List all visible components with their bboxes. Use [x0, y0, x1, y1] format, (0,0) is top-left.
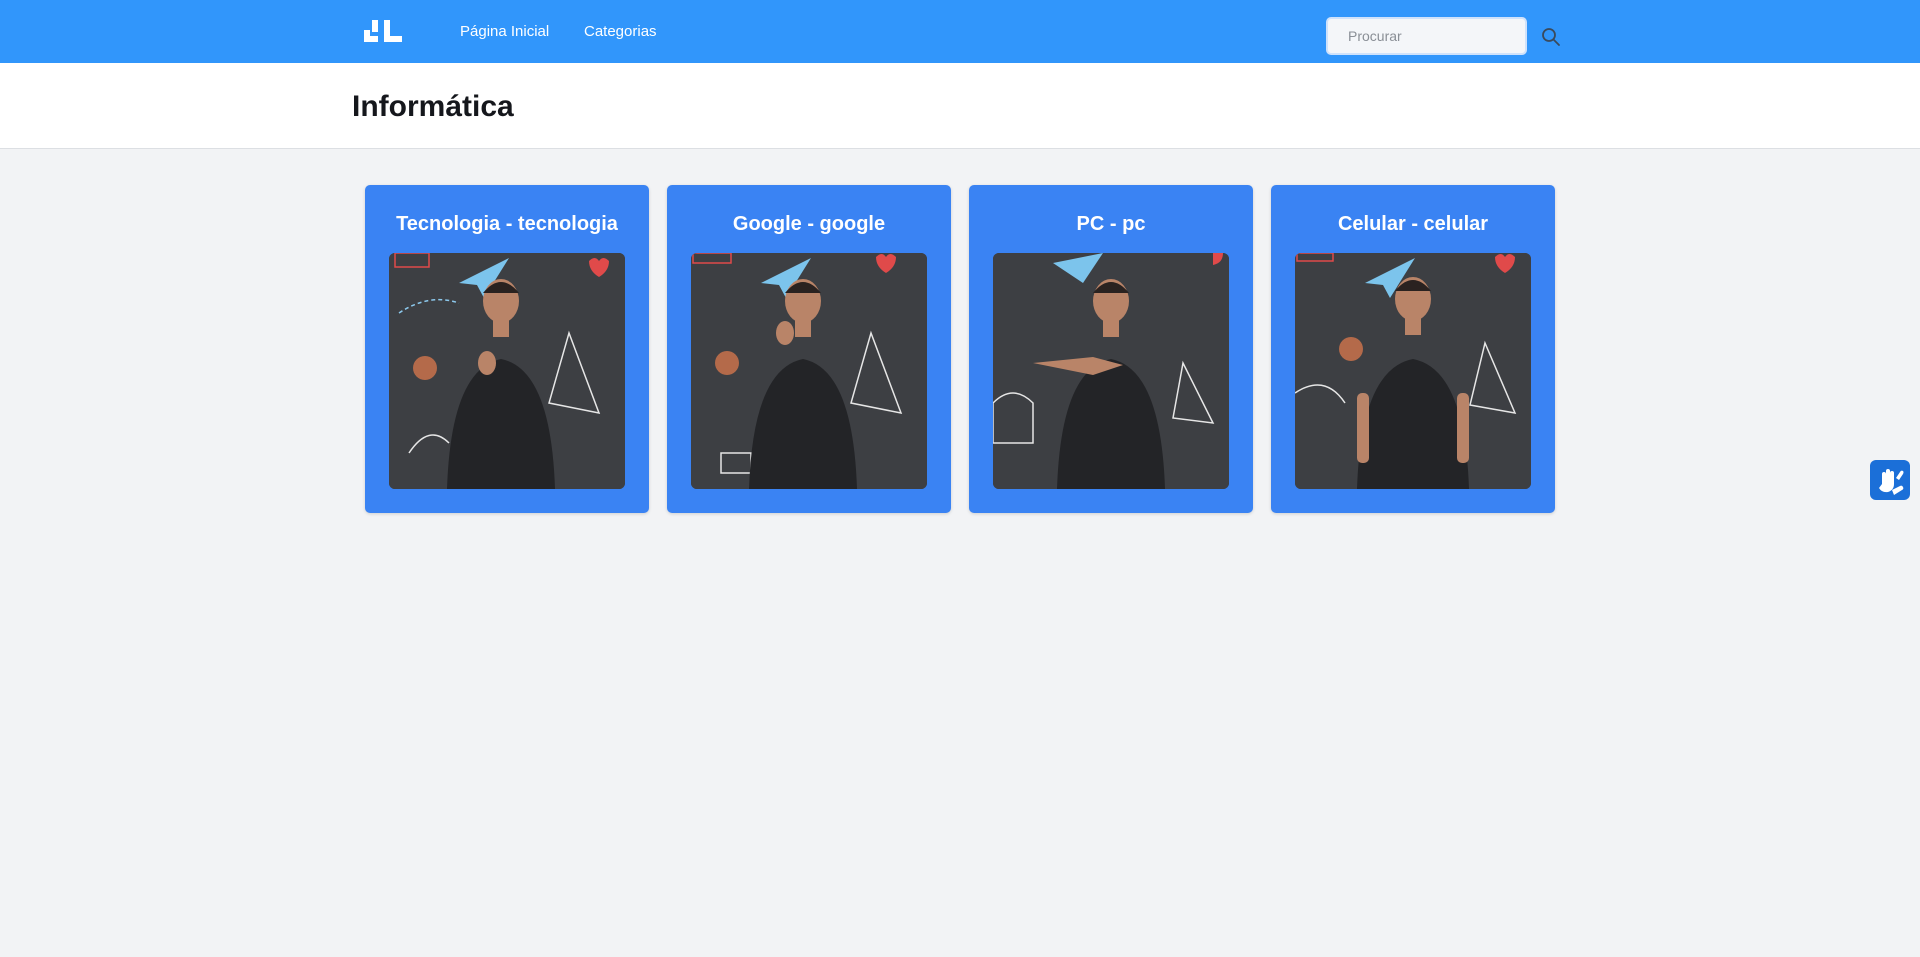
page-title: Informática — [352, 90, 514, 123]
navbar: Página Inicial Categorias — [0, 0, 1920, 63]
card-title: PC - pc — [1076, 213, 1146, 235]
page-header: Informática — [0, 63, 1920, 149]
sign-card[interactable]: PC - pc — [969, 185, 1253, 513]
sign-video-thumbnail[interactable] — [389, 253, 625, 489]
card-title: Google - google — [732, 213, 886, 235]
card-title: Tecnologia - tecnologia — [396, 213, 618, 235]
nav-link-categories[interactable]: Categorias — [584, 23, 657, 40]
card-title: Celular - celular — [1337, 213, 1489, 235]
sign-card[interactable]: Celular - celular — [1271, 185, 1555, 513]
sign-video-thumbnail[interactable] — [1295, 253, 1531, 489]
sign-video-thumbnail[interactable] — [993, 253, 1229, 489]
sign-card[interactable]: Google - google — [667, 185, 951, 513]
nav-link-home[interactable]: Página Inicial — [460, 23, 549, 40]
search-input[interactable] — [1326, 17, 1527, 55]
vlibras-hands-icon[interactable] — [1870, 460, 1910, 500]
hands-logo-icon[interactable] — [364, 20, 402, 42]
sign-video-thumbnail[interactable] — [691, 253, 927, 489]
sign-card[interactable]: Tecnologia - tecnologia — [365, 185, 649, 513]
search-icon[interactable] — [1540, 26, 1562, 48]
